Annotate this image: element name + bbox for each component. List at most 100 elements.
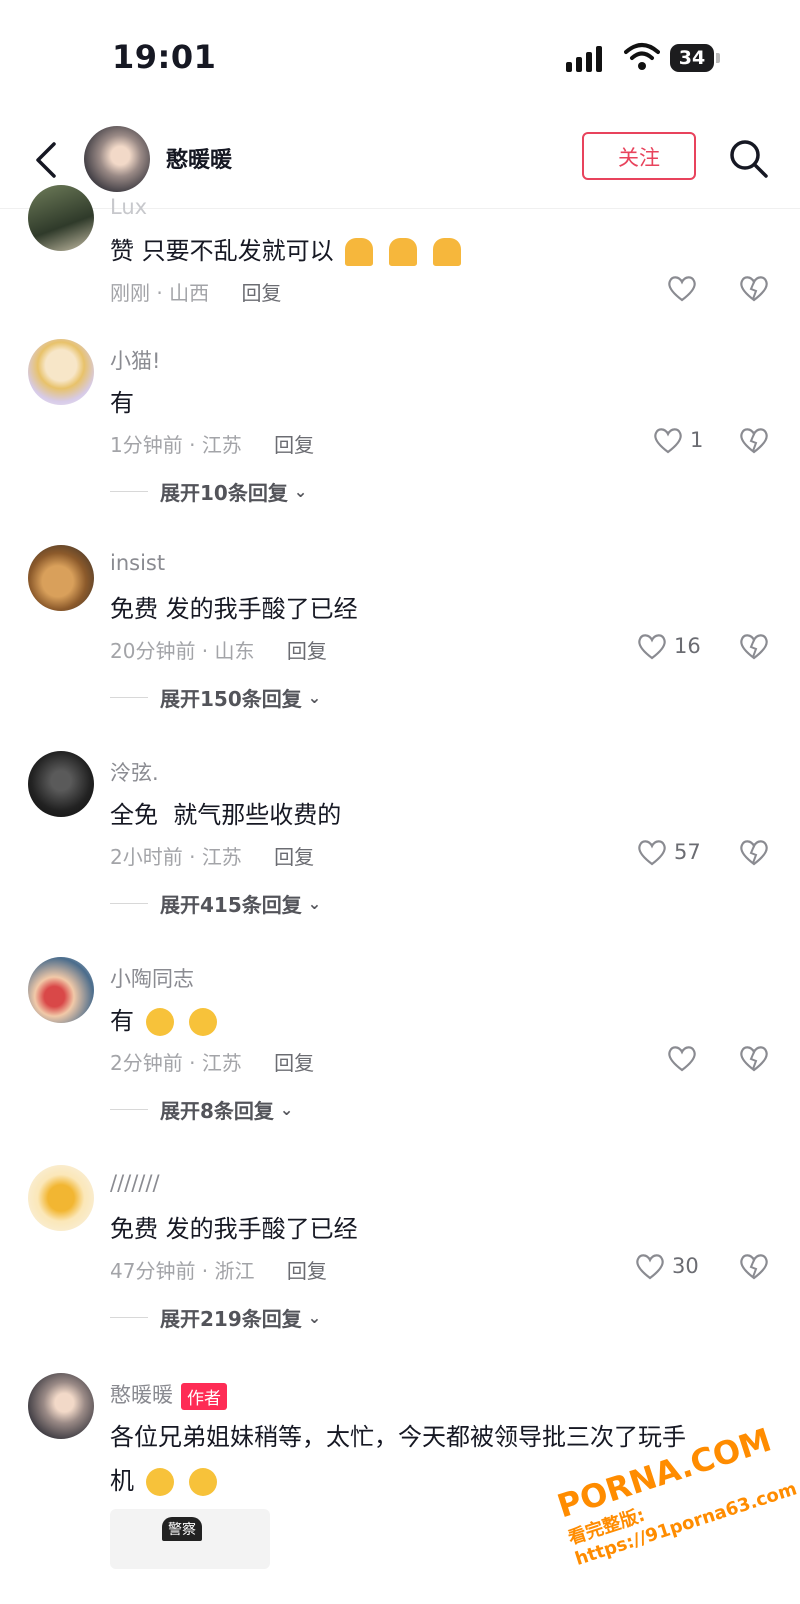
comment-meta: 刚刚 · 山西 回复 xyxy=(110,281,282,305)
reply-button[interactable]: 回复 xyxy=(274,1051,314,1075)
crying-emoji-icon xyxy=(189,1468,218,1496)
comment-text-content: 机 xyxy=(110,1467,134,1495)
search-icon[interactable] xyxy=(726,136,770,180)
comment-meta: 20分钟前 · 山东 回复 xyxy=(110,639,327,663)
author-name[interactable]: 憨暖暖 xyxy=(166,142,232,174)
dislike-icon[interactable] xyxy=(738,425,770,455)
comment-time: 2分钟前 xyxy=(110,1051,183,1075)
author-avatar[interactable] xyxy=(84,126,150,192)
chevron-down-icon: ⌄ xyxy=(293,482,308,501)
user-avatar[interactable] xyxy=(28,545,94,611)
back-icon[interactable] xyxy=(28,138,68,182)
expand-replies-button[interactable]: 展开150条回复 ⌄ xyxy=(110,683,321,712)
like-count: 16 xyxy=(674,634,701,658)
comment-username[interactable]: Lux xyxy=(110,195,147,219)
status-time: 19:01 xyxy=(112,38,217,76)
comment-text-line2: 机 xyxy=(110,1461,221,1496)
dislike-icon[interactable] xyxy=(738,631,770,661)
expand-replies-label: 展开10条回复 xyxy=(160,481,288,505)
battery-level: 34 xyxy=(670,44,714,72)
police-sticker-label: 警察 xyxy=(162,1517,202,1541)
like-button[interactable]: 16 xyxy=(636,631,701,661)
user-avatar[interactable] xyxy=(28,751,94,817)
comment-region: 浙江 xyxy=(214,1259,255,1283)
like-count: 57 xyxy=(674,840,701,864)
heart-icon xyxy=(638,840,666,866)
comment-text: 赞 只要不乱发就可以 xyxy=(110,231,465,266)
dislike-icon[interactable] xyxy=(738,1043,770,1073)
comment-meta: 2分钟前 · 江苏 回复 xyxy=(110,1051,315,1075)
wifi-icon xyxy=(624,43,660,70)
expand-replies-button[interactable]: 展开219条回复 ⌄ xyxy=(110,1303,321,1332)
chevron-down-icon: ⌄ xyxy=(307,1308,322,1327)
comment-time: 20分钟前 xyxy=(110,639,196,663)
comment-time: 2小时前 xyxy=(110,845,183,869)
user-avatar[interactable] xyxy=(28,1373,94,1439)
reply-button[interactable]: 回复 xyxy=(287,639,327,663)
expand-replies-button[interactable]: 展开10条回复 ⌄ xyxy=(110,477,307,506)
dislike-icon[interactable] xyxy=(738,1251,770,1281)
like-count: 30 xyxy=(672,1254,699,1278)
reply-button[interactable]: 回复 xyxy=(287,1259,327,1283)
chevron-down-icon: ⌄ xyxy=(307,894,322,913)
chevron-down-icon: ⌄ xyxy=(307,688,322,707)
status-bar: 19:01 34 xyxy=(0,0,800,110)
like-button[interactable]: 1 xyxy=(652,425,703,455)
pray-emoji-icon xyxy=(432,238,461,266)
expand-replies-button[interactable]: 展开8条回复 ⌄ xyxy=(110,1095,293,1124)
like-button[interactable]: 30 xyxy=(634,1251,699,1281)
like-count: 1 xyxy=(690,428,704,452)
comment-meta: 2小时前 · 江苏 回复 xyxy=(110,845,315,869)
comment-text: 有 xyxy=(110,389,134,417)
reply-button[interactable]: 回复 xyxy=(241,281,281,305)
signal-icon xyxy=(566,46,602,72)
battery-icon: 34 xyxy=(670,44,720,72)
author-username[interactable]: 憨暖暖 xyxy=(110,1383,173,1407)
comment-username[interactable]: 憨暖暖 作者 xyxy=(110,1379,227,1410)
author-tag: 作者 xyxy=(181,1382,227,1410)
comment-username[interactable]: /////// xyxy=(110,1171,160,1195)
heart-icon xyxy=(636,1254,664,1280)
comment-text: 全免 就气那些收费的 xyxy=(110,801,342,829)
like-button[interactable] xyxy=(666,273,704,303)
user-avatar[interactable] xyxy=(28,339,94,405)
pray-emoji-icon xyxy=(388,238,417,266)
reply-button[interactable]: 回复 xyxy=(274,845,314,869)
comment-username[interactable]: 小陶同志 xyxy=(110,963,194,993)
comment-meta: 47分钟前 · 浙江 回复 xyxy=(110,1259,327,1283)
thinking-emoji-icon xyxy=(189,1008,218,1036)
expand-replies-button[interactable]: 展开415条回复 ⌄ xyxy=(110,889,321,918)
follow-button[interactable]: 关注 xyxy=(582,132,696,180)
dislike-icon[interactable] xyxy=(738,837,770,867)
chevron-down-icon: ⌄ xyxy=(279,1100,294,1119)
user-avatar[interactable] xyxy=(28,1165,94,1231)
comment-username[interactable]: 泠弦. xyxy=(110,757,159,787)
heart-icon xyxy=(668,276,696,302)
comment-text: 各位兄弟姐妹稍等，太忙，今天都被领导批三次了玩手 xyxy=(110,1423,686,1451)
comment-time: 47分钟前 xyxy=(110,1259,196,1283)
crying-emoji-icon xyxy=(145,1468,174,1496)
expand-replies-label: 展开8条回复 xyxy=(160,1099,274,1123)
comment-text: 免费 发的我手酸了已经 xyxy=(110,1215,358,1243)
user-avatar[interactable] xyxy=(28,185,94,251)
heart-icon xyxy=(668,1046,696,1072)
user-avatar[interactable] xyxy=(28,957,94,1023)
expand-replies-label: 展开219条回复 xyxy=(160,1307,302,1331)
comment-region: 江苏 xyxy=(201,845,242,869)
comment-region: 江苏 xyxy=(201,1051,242,1075)
comment-username[interactable]: 小猫! xyxy=(110,345,160,375)
comment-text: 免费 发的我手酸了已经 xyxy=(110,595,358,623)
comment-text-content: 有 xyxy=(110,1007,134,1035)
comment-username[interactable]: insist xyxy=(110,551,165,575)
like-button[interactable] xyxy=(666,1043,704,1073)
police-sticker[interactable]: 警察 xyxy=(110,1509,270,1569)
reply-button[interactable]: 回复 xyxy=(274,433,314,457)
smile-emoji-icon xyxy=(145,1008,174,1036)
dislike-icon[interactable] xyxy=(738,273,770,303)
comment-time: 刚刚 xyxy=(110,281,150,305)
comment-region: 江苏 xyxy=(201,433,242,457)
like-button[interactable]: 57 xyxy=(636,837,701,867)
comment-text: 有 xyxy=(110,1001,221,1036)
comment-region: 山东 xyxy=(214,639,255,663)
expand-replies-label: 展开150条回复 xyxy=(160,687,302,711)
